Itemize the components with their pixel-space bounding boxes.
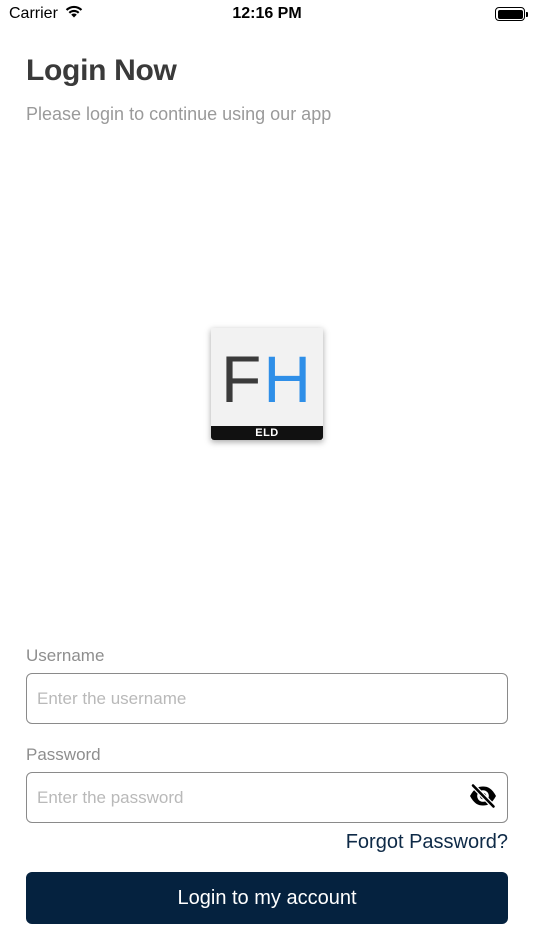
carrier-label: Carrier	[9, 5, 58, 22]
page-title: Login Now	[26, 54, 177, 87]
status-bar: Carrier 12:16 PM	[0, 0, 534, 28]
logo-letter-f: F	[221, 342, 264, 416]
eye-slash-icon	[468, 782, 498, 814]
status-right	[495, 7, 528, 21]
username-field-box	[26, 673, 508, 724]
password-label: Password	[26, 745, 101, 764]
wifi-icon	[64, 4, 84, 24]
login-screen: Carrier 12:16 PM Login Now Please login …	[0, 0, 534, 950]
logo-letter-h: H	[263, 342, 313, 416]
forgot-password-link[interactable]: Forgot Password?	[346, 831, 508, 854]
username-label: Username	[26, 646, 105, 665]
battery-icon	[495, 7, 528, 21]
password-field-box	[26, 772, 508, 823]
logo-letters: FH	[211, 342, 323, 416]
status-left: Carrier	[9, 4, 84, 24]
app-logo: FH ELD	[211, 328, 323, 440]
page-subtitle: Please login to continue using our app	[26, 104, 332, 124]
username-input[interactable]	[27, 674, 507, 723]
login-button[interactable]: Login to my account	[26, 872, 508, 924]
logo-band: ELD	[211, 426, 323, 440]
password-input[interactable]	[27, 773, 507, 822]
password-visibility-toggle[interactable]	[467, 782, 499, 814]
battery-fill	[497, 9, 523, 19]
